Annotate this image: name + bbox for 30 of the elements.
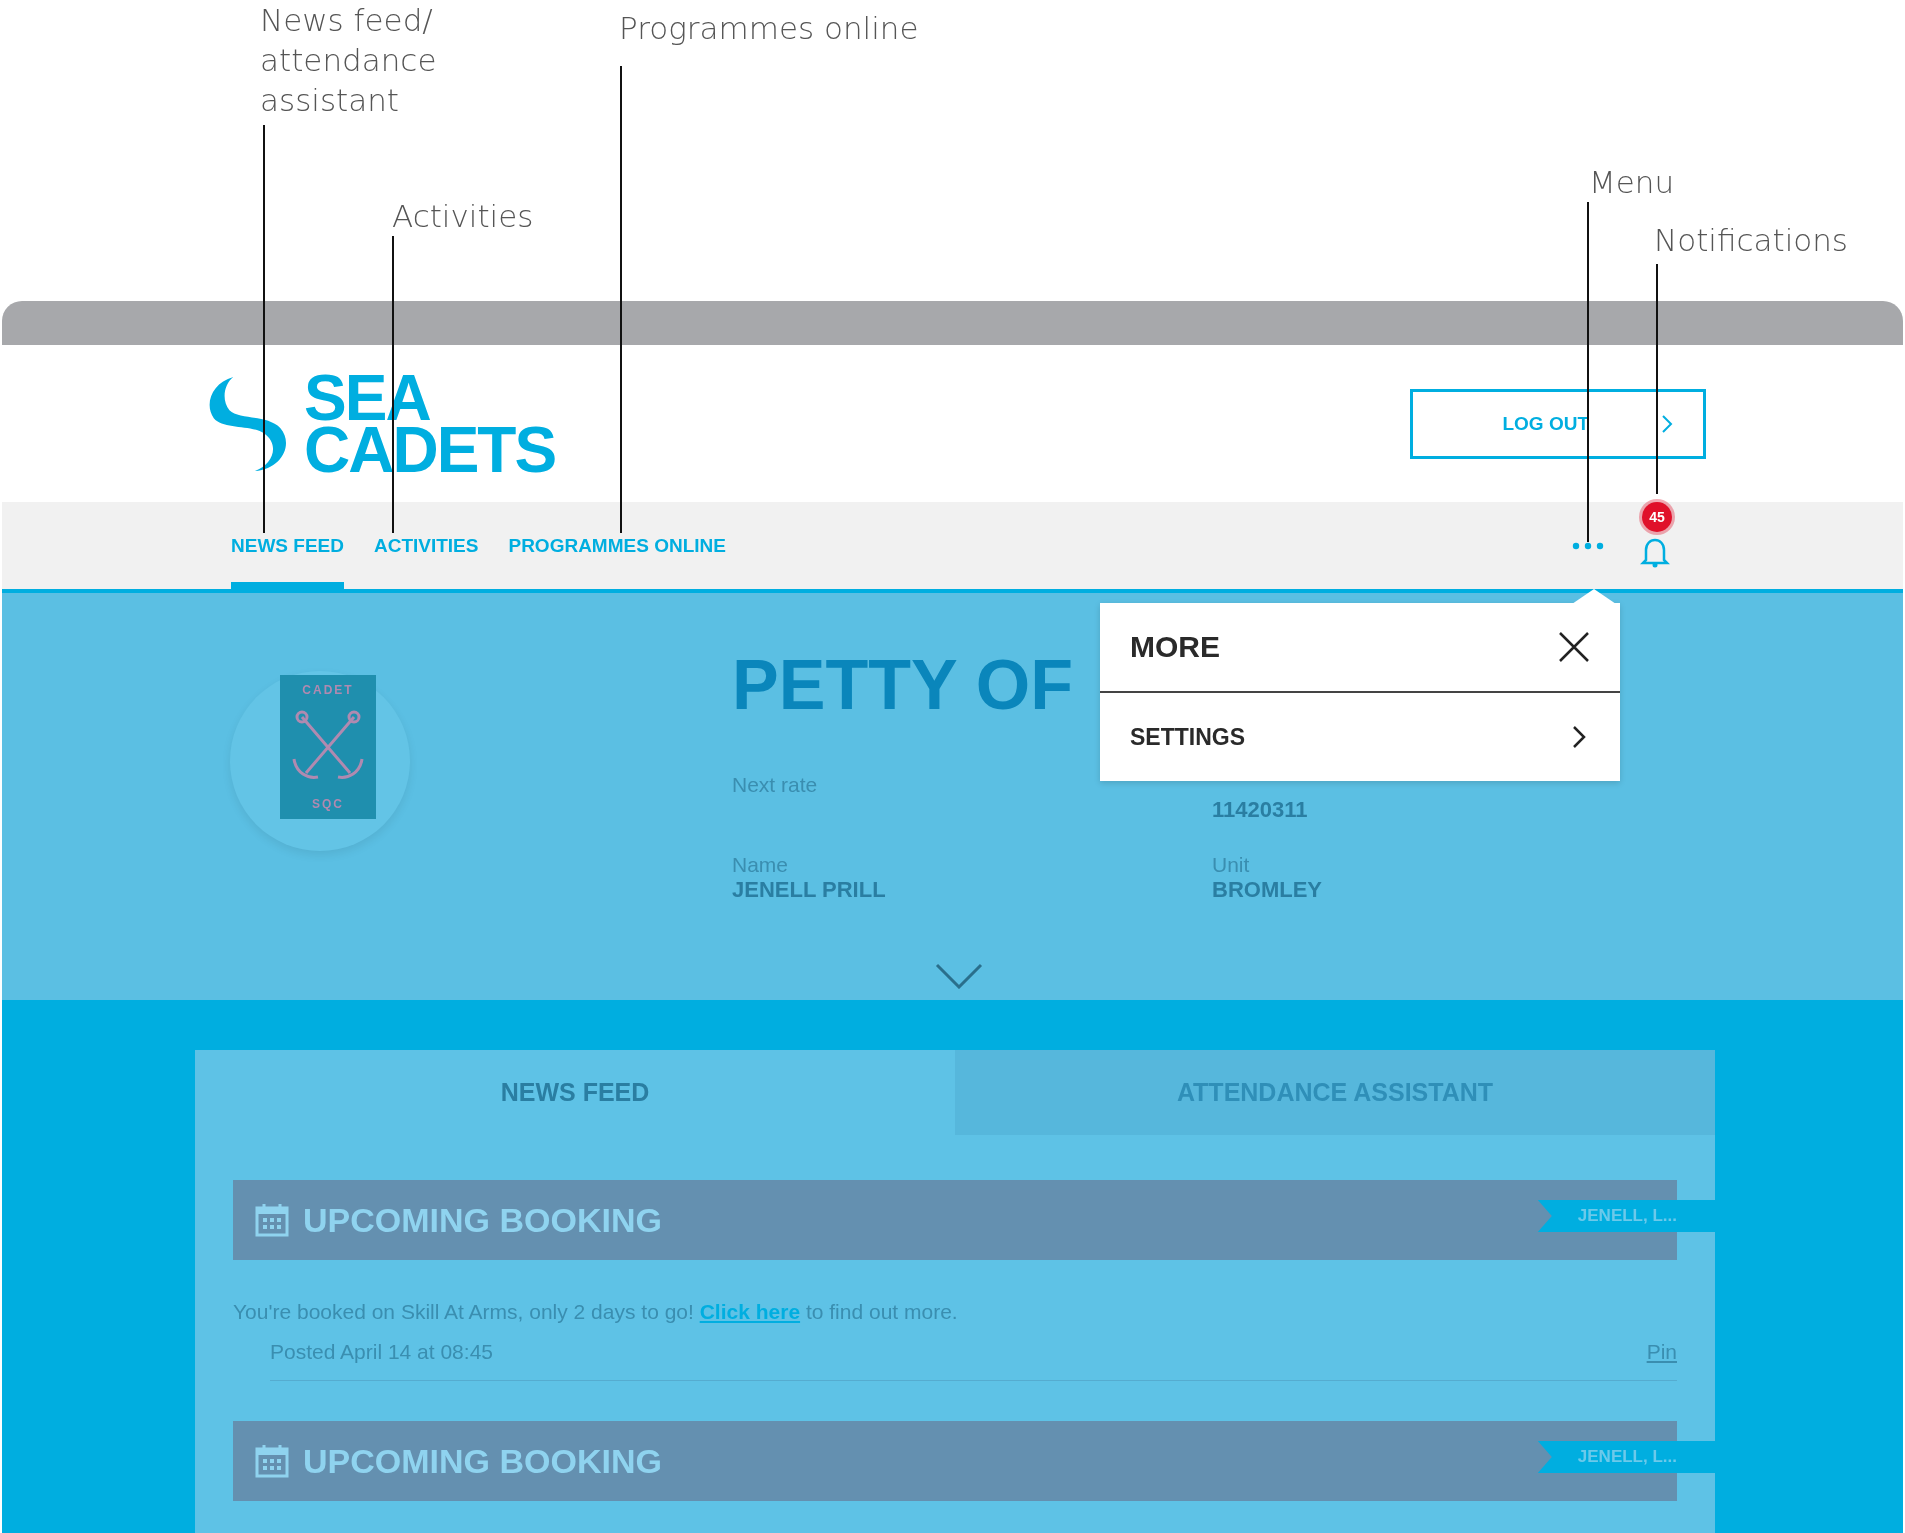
annotation-label: Programmes online (619, 9, 919, 48)
post-title: UPCOMING BOOKING (303, 1200, 662, 1240)
field-value: 11420311 (1212, 797, 1309, 823)
rank-title: PETTY OF (732, 645, 1073, 725)
nav-tab[interactable]: ACTIVITIES (373, 502, 479, 589)
annotation-label: Notifications (1654, 221, 1849, 260)
log-out-button[interactable]: LOG OUT (1410, 388, 1706, 459)
nav-tab[interactable]: PROGRAMMES ONLINE (508, 502, 726, 589)
author-tag: JENELL, L... (1537, 1200, 1715, 1232)
feed-tab[interactable]: NEWS FEED (195, 1050, 955, 1135)
annotation-label: Menu (1589, 163, 1675, 202)
author-tag: JENELL, L... (1537, 1441, 1715, 1473)
chevron-down-icon[interactable] (935, 963, 983, 989)
menu-item[interactable]: SETTINGS (1100, 693, 1620, 781)
badge-text: CADET (302, 683, 354, 697)
badge-text: SQC (312, 797, 344, 811)
notification-badge: 45 (1642, 501, 1672, 532)
post-title: UPCOMING BOOKING (303, 1441, 662, 1481)
annotation-label: Activities (392, 197, 534, 236)
close-icon[interactable] (1558, 631, 1590, 663)
calendar-icon (255, 1444, 289, 1478)
chevron-right-icon (1661, 413, 1673, 434)
more-menu-icon[interactable] (1572, 541, 1604, 550)
menu-title: MORE (1130, 630, 1220, 664)
annotation-label: News feed/ attendance assistant (260, 1, 438, 120)
calendar-icon (255, 1203, 289, 1237)
chevron-right-icon (1572, 725, 1586, 749)
field-value: BROMLEY (1212, 877, 1323, 903)
click-here-link[interactable]: Click here (699, 1300, 801, 1323)
field-value: JENELL PRILL (732, 877, 887, 903)
